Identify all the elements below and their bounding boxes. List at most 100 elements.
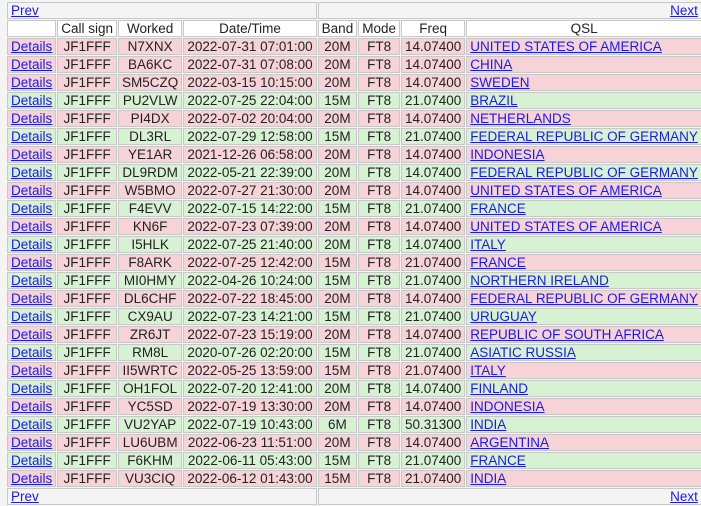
freq-cell: 14.07400 [400, 290, 466, 307]
qsl-link[interactable]: ITALY [470, 237, 506, 252]
details-link[interactable]: Details [11, 363, 52, 378]
worked-cell: N7XNX [118, 38, 183, 55]
qsl-link[interactable]: URUGUAY [470, 309, 537, 324]
call-sign-cell: JF1FFF [57, 218, 118, 235]
details-link[interactable]: Details [11, 165, 52, 180]
mode-cell: FT8 [358, 344, 400, 361]
mode-cell: FT8 [358, 146, 400, 163]
details-link[interactable]: Details [11, 327, 52, 342]
mode-cell: FT8 [358, 470, 400, 487]
details-link-cell: Details [7, 380, 57, 397]
band-cell: 15M [317, 362, 358, 379]
details-link[interactable]: Details [11, 273, 52, 288]
datetime-cell: 2022-07-15 14:22:00 [183, 200, 317, 217]
prev-page-link[interactable]: Prev [11, 3, 39, 18]
table-row: Details JF1FFF PU2VLW 2022-07-25 22:04:00 15… [7, 92, 701, 109]
worked-cell: PI4DX [118, 110, 183, 127]
qsl-link[interactable]: FRANCE [470, 201, 526, 216]
table-row: Details JF1FFF F4EVV 2022-07-15 14:22:00 15M… [7, 200, 701, 217]
details-link[interactable]: Details [11, 129, 52, 144]
details-link[interactable]: Details [11, 453, 52, 468]
freq-cell: 14.07400 [400, 146, 466, 163]
qsl-link[interactable]: NETHERLANDS [470, 111, 571, 126]
qsl-link[interactable]: REPUBLIC OF SOUTH AFRICA [470, 327, 664, 342]
next-page-link[interactable]: Next [670, 489, 698, 504]
details-link[interactable]: Details [11, 183, 52, 198]
header-band: Band [317, 20, 358, 37]
details-link-cell: Details [7, 254, 57, 271]
details-link-cell: Details [7, 398, 57, 415]
details-link[interactable]: Details [11, 111, 52, 126]
band-cell: 15M [317, 470, 358, 487]
details-link[interactable]: Details [11, 201, 52, 216]
mode-cell: FT8 [358, 128, 400, 145]
table-body: Details JF1FFF N7XNX 2022-07-31 07:01:00 20M… [7, 38, 701, 487]
details-link[interactable]: Details [11, 399, 52, 414]
datetime-cell: 2022-07-25 21:40:00 [183, 236, 317, 253]
table-row: Details JF1FFF DL9RDM 2022-05-21 22:39:00 20… [7, 164, 701, 181]
details-link[interactable]: Details [11, 417, 52, 432]
details-link[interactable]: Details [11, 435, 52, 450]
freq-cell: 14.07400 [400, 380, 466, 397]
qsl-link[interactable]: FRANCE [470, 255, 526, 270]
qsl-link-cell: ITALY [466, 236, 701, 253]
details-link[interactable]: Details [11, 93, 52, 108]
table-row: Details JF1FFF I5HLK 2022-07-25 21:40:00 20M… [7, 236, 701, 253]
details-link-cell: Details [7, 182, 57, 199]
qsl-link-cell: ARGENTINA [466, 434, 701, 451]
qsl-link[interactable]: ARGENTINA [470, 435, 549, 450]
qsl-link[interactable]: FEDERAL REPUBLIC OF GERMANY [470, 129, 698, 144]
prev-page-link[interactable]: Prev [11, 489, 39, 504]
mode-cell: FT8 [358, 92, 400, 109]
band-cell: 20M [317, 182, 358, 199]
details-link[interactable]: Details [11, 345, 52, 360]
details-link[interactable]: Details [11, 39, 52, 54]
qsl-link[interactable]: INDIA [470, 417, 506, 432]
band-cell: 15M [317, 344, 358, 361]
table-row: Details JF1FFF DL3RL 2022-07-29 12:58:00 15M… [7, 128, 701, 145]
details-link-cell: Details [7, 470, 57, 487]
qsl-link[interactable]: CHINA [470, 57, 512, 72]
details-link-cell: Details [7, 308, 57, 325]
freq-cell: 21.07400 [400, 128, 466, 145]
qsl-link[interactable]: FRANCE [470, 453, 526, 468]
qsl-link[interactable]: FINLAND [470, 381, 528, 396]
details-link[interactable]: Details [11, 255, 52, 270]
qsl-link[interactable]: FEDERAL REPUBLIC OF GERMANY [470, 165, 698, 180]
band-cell: 20M [317, 434, 358, 451]
freq-cell: 14.07400 [400, 398, 466, 415]
details-link[interactable]: Details [11, 57, 52, 72]
details-link[interactable]: Details [11, 309, 52, 324]
details-link[interactable]: Details [11, 471, 52, 486]
qsl-link[interactable]: BRAZIL [470, 93, 517, 108]
details-link[interactable]: Details [11, 75, 52, 90]
next-page-link[interactable]: Next [670, 3, 698, 18]
details-link-cell: Details [7, 218, 57, 235]
mode-cell: FT8 [358, 164, 400, 181]
qsl-link[interactable]: UNITED STATES OF AMERICA [470, 183, 662, 198]
qsl-link[interactable]: INDIA [470, 471, 506, 486]
qsl-link[interactable]: FEDERAL REPUBLIC OF GERMANY [470, 291, 698, 306]
worked-cell: BA6KC [118, 56, 183, 73]
qsl-link[interactable]: UNITED STATES OF AMERICA [470, 39, 662, 54]
details-link[interactable]: Details [11, 291, 52, 306]
qsl-link[interactable]: ASIATIC RUSSIA [470, 345, 576, 360]
qsl-link[interactable]: ITALY [470, 363, 506, 378]
details-link[interactable]: Details [11, 219, 52, 234]
qsl-link[interactable]: UNITED STATES OF AMERICA [470, 219, 662, 234]
header-details [7, 20, 57, 37]
details-link[interactable]: Details [11, 237, 52, 252]
qsl-link[interactable]: INDONESIA [470, 147, 544, 162]
qsl-link[interactable]: NORTHERN IRELAND [470, 273, 609, 288]
details-link-cell: Details [7, 326, 57, 343]
table-row: Details JF1FFF LU6UBM 2022-06-23 11:51:00 20… [7, 434, 701, 451]
worked-cell: CX9AU [118, 308, 183, 325]
header-call-sign: Call sign [57, 20, 118, 37]
details-link[interactable]: Details [11, 381, 52, 396]
qsl-link[interactable]: INDONESIA [470, 399, 544, 414]
details-link[interactable]: Details [11, 147, 52, 162]
worked-cell: YE1AR [118, 146, 183, 163]
qsl-link-cell: REPUBLIC OF SOUTH AFRICA [466, 326, 701, 343]
datetime-cell: 2020-07-26 02:20:00 [183, 344, 317, 361]
qsl-link[interactable]: SWEDEN [470, 75, 529, 90]
